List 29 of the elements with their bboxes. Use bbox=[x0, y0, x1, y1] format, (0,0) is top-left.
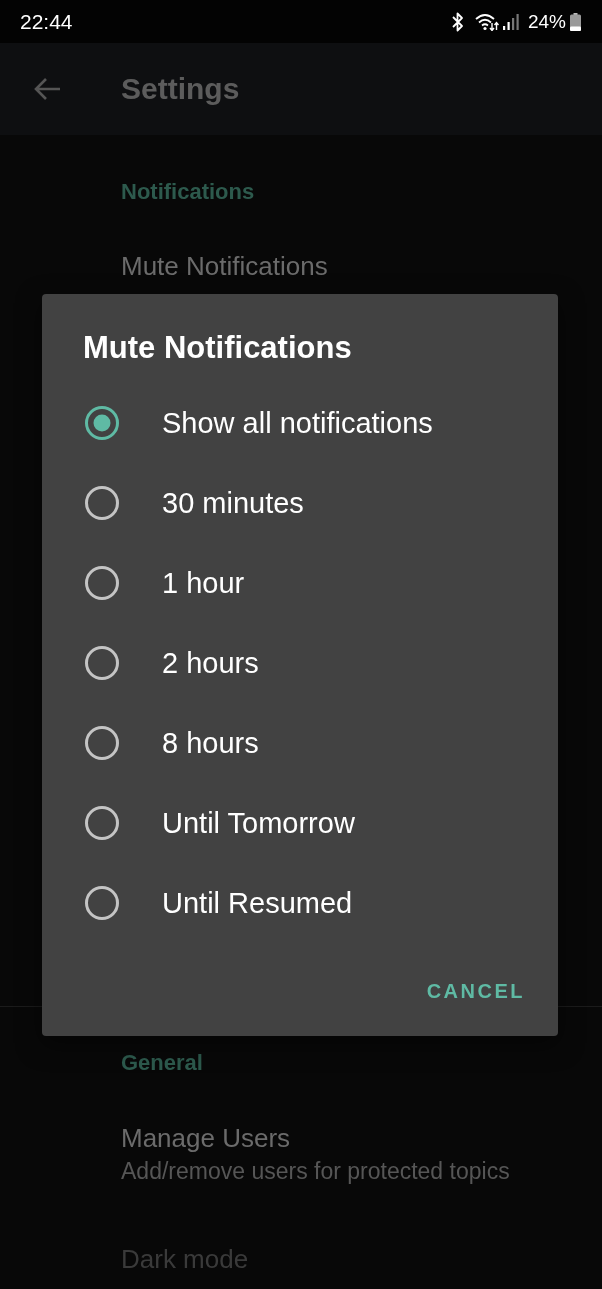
setting-title[interactable]: Manage Users bbox=[121, 1122, 291, 1154]
dialog-title: Mute Notifications bbox=[83, 329, 352, 367]
screen-title: Settings bbox=[121, 71, 240, 107]
radio-button[interactable] bbox=[85, 566, 119, 600]
option-label[interactable]: 8 hours bbox=[162, 725, 259, 761]
setting-summary: Add/remove users for protected topics bbox=[121, 1157, 510, 1185]
radio-button[interactable] bbox=[85, 726, 119, 760]
radio-button[interactable] bbox=[85, 406, 119, 440]
battery-icon bbox=[570, 12, 581, 31]
setting-title[interactable]: Mute Notifications bbox=[121, 250, 328, 282]
cancel-button[interactable]: CANCEL bbox=[418, 967, 533, 1015]
radio-button[interactable] bbox=[85, 806, 119, 840]
section-header: General bbox=[121, 1049, 203, 1077]
signal-icon bbox=[502, 13, 519, 30]
option-label[interactable]: Show all notifications bbox=[162, 405, 433, 441]
arrow-left-icon bbox=[33, 77, 61, 101]
section-header: Notifications bbox=[121, 178, 255, 206]
option-label[interactable]: Until Tomorrow bbox=[162, 805, 355, 841]
radio-button[interactable] bbox=[85, 886, 119, 920]
option-label[interactable]: 2 hours bbox=[162, 645, 259, 681]
battery-percent: 24% bbox=[527, 10, 566, 33]
radio-button[interactable] bbox=[85, 486, 119, 520]
option-label[interactable]: 1 hour bbox=[162, 565, 245, 601]
option-label[interactable]: 30 minutes bbox=[162, 485, 304, 521]
option-label[interactable]: Until Resumed bbox=[162, 885, 353, 921]
wifi-icon bbox=[474, 12, 499, 31]
radio-button[interactable] bbox=[85, 646, 119, 680]
bluetooth-icon bbox=[450, 11, 465, 32]
status-time: 22:44 bbox=[20, 9, 73, 34]
